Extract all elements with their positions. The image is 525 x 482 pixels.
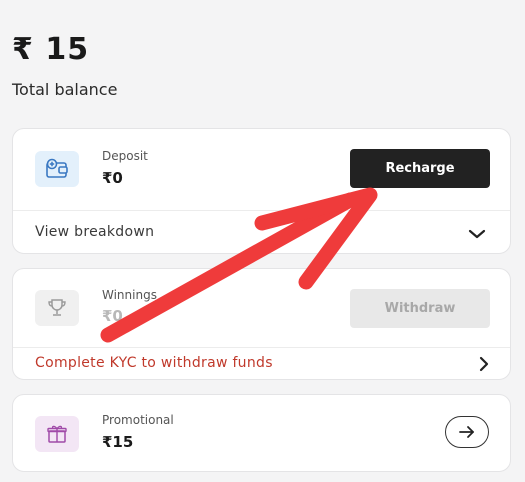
- chevron-right-icon: [478, 356, 490, 376]
- wallet-plus-icon: [35, 151, 79, 187]
- complete-kyc-label: Complete KYC to withdraw funds: [35, 355, 273, 371]
- arrow-right-icon: [459, 426, 474, 438]
- deposit-title: Deposit: [102, 149, 148, 163]
- view-breakdown-row[interactable]: View breakdown: [13, 210, 510, 253]
- total-balance-amount: ₹ 15: [12, 32, 90, 67]
- winnings-card: Winnings ₹0 Withdraw Complete KYC to wit…: [12, 268, 511, 380]
- withdraw-button[interactable]: Withdraw: [350, 289, 490, 328]
- promotional-title: Promotional: [102, 413, 174, 427]
- gift-icon: [35, 416, 79, 452]
- chevron-down-icon: [468, 225, 486, 244]
- deposit-card: Deposit ₹0 Recharge View breakdown: [12, 128, 511, 254]
- deposit-value: ₹0: [102, 169, 123, 187]
- promotional-card: Promotional ₹15: [12, 394, 511, 472]
- complete-kyc-row[interactable]: Complete KYC to withdraw funds: [13, 347, 510, 379]
- total-balance-label: Total balance: [12, 80, 118, 99]
- winnings-value: ₹0: [102, 307, 123, 325]
- promotional-arrow-button[interactable]: [445, 416, 489, 448]
- winnings-title: Winnings: [102, 288, 157, 302]
- view-breakdown-label: View breakdown: [35, 224, 155, 240]
- promotional-value: ₹15: [102, 433, 134, 451]
- recharge-button[interactable]: Recharge: [350, 149, 490, 188]
- trophy-icon: [35, 290, 79, 326]
